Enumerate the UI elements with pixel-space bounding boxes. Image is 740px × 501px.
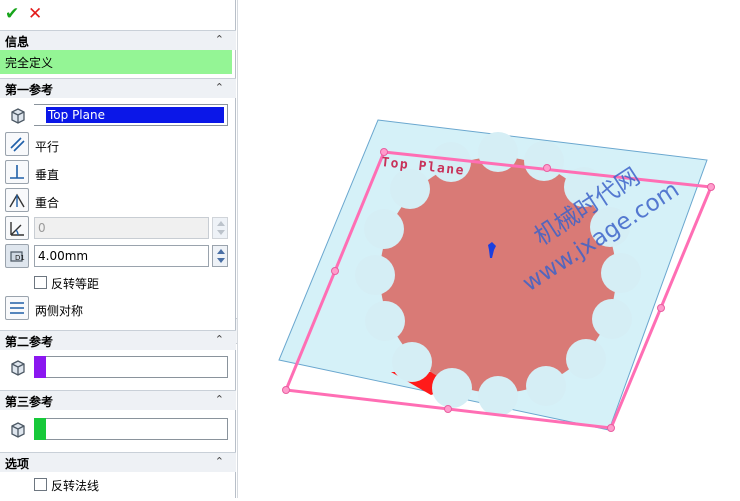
plane-cube-icon — [11, 108, 25, 124]
ok-check-icon[interactable]: ✔ — [5, 5, 19, 23]
chevron-up-icon[interactable]: ⌃ — [215, 33, 224, 46]
ref2-color-swatch — [34, 356, 46, 378]
section-options-header[interactable]: 选项 ⌃ — [0, 452, 236, 472]
angle-button[interactable] — [5, 216, 29, 240]
frame-handle[interactable] — [657, 304, 665, 312]
plane-cube-icon — [11, 360, 25, 376]
section-info-title: 信息 — [5, 35, 30, 49]
ref1-selection-value[interactable]: Top Plane — [46, 107, 224, 123]
ref3-selection-box[interactable] — [46, 418, 228, 440]
angle-input[interactable]: 0 — [34, 217, 209, 239]
offset-distance-spinner[interactable] — [212, 245, 228, 267]
coincident-icon — [9, 193, 25, 208]
parallel-icon — [10, 137, 25, 152]
frame-handle[interactable] — [607, 424, 615, 432]
flip-offset-label: 反转等距 — [51, 277, 100, 291]
angle-spinner[interactable] — [212, 217, 228, 239]
frame-handle[interactable] — [282, 386, 290, 394]
flip-normal-checkbox[interactable] — [34, 478, 47, 491]
section-ref3-header[interactable]: 第三参考 ⌃ — [0, 390, 236, 410]
perpendicular-label: 垂直 — [35, 168, 60, 182]
coincident-button[interactable] — [5, 188, 29, 212]
frame-handle[interactable] — [331, 267, 339, 275]
property-manager-panel: ✔ ✕ 信息 ⌃ 完全定义 第一参考 ⌃ Top Plane 平行 垂直 重合 … — [0, 0, 236, 498]
coincident-label: 重合 — [35, 196, 60, 210]
status-text: 完全定义 — [5, 56, 54, 70]
section-info-header[interactable]: 信息 ⌃ — [0, 30, 236, 50]
ref1-selection-box[interactable]: Top Plane — [34, 104, 228, 126]
perpendicular-button[interactable] — [5, 160, 29, 184]
parallel-label: 平行 — [35, 140, 60, 154]
frame-handle[interactable] — [707, 183, 715, 191]
svg-text:D1: D1 — [15, 254, 25, 262]
section-ref1-header[interactable]: 第一参考 ⌃ — [0, 78, 236, 98]
frame-handle[interactable] — [444, 405, 452, 413]
ref3-color-swatch — [34, 418, 46, 440]
mid-plane-label: 两侧对称 — [35, 304, 84, 318]
confirm-toolbar: ✔ ✕ — [0, 0, 236, 30]
offset-distance-input[interactable]: 4.00mm — [34, 245, 209, 267]
graphics-viewport[interactable]: Top Plane 机械时代网 www.jxage.com — [237, 0, 740, 498]
offset-distance-value: 4.00mm — [38, 249, 89, 263]
section-ref2-header[interactable]: 第二参考 ⌃ — [0, 330, 236, 350]
distance-button[interactable]: D1 — [5, 244, 29, 268]
angle-value: 0 — [38, 221, 46, 235]
section-ref3-title: 第三参考 — [5, 395, 54, 409]
flip-offset-checkbox[interactable] — [34, 276, 47, 289]
section-ref1-title: 第一参考 — [5, 83, 54, 97]
status-banner: 完全定义 — [0, 50, 232, 74]
midplane-icon — [10, 302, 24, 314]
parallel-button[interactable] — [5, 132, 29, 156]
perpendicular-icon — [10, 165, 24, 179]
chevron-up-icon[interactable]: ⌃ — [215, 81, 224, 94]
distance-icon: D1 — [10, 251, 25, 262]
mid-plane-button[interactable] — [5, 296, 29, 320]
flip-normal-label: 反转法线 — [51, 479, 100, 493]
chevron-up-icon[interactable]: ⌃ — [215, 455, 224, 468]
section-ref2-title: 第二参考 — [5, 335, 54, 349]
model-view-canvas[interactable]: Top Plane 机械时代网 www.jxage.com — [238, 0, 740, 498]
plane-cube-icon — [11, 422, 25, 438]
chevron-up-icon[interactable]: ⌃ — [215, 333, 224, 346]
section-options-title: 选项 — [5, 457, 30, 471]
angle-icon — [10, 222, 24, 236]
frame-handle[interactable] — [543, 164, 551, 172]
cancel-x-icon[interactable]: ✕ — [28, 5, 42, 23]
chevron-up-icon[interactable]: ⌃ — [215, 393, 224, 406]
ref2-selection-box[interactable] — [46, 356, 228, 378]
